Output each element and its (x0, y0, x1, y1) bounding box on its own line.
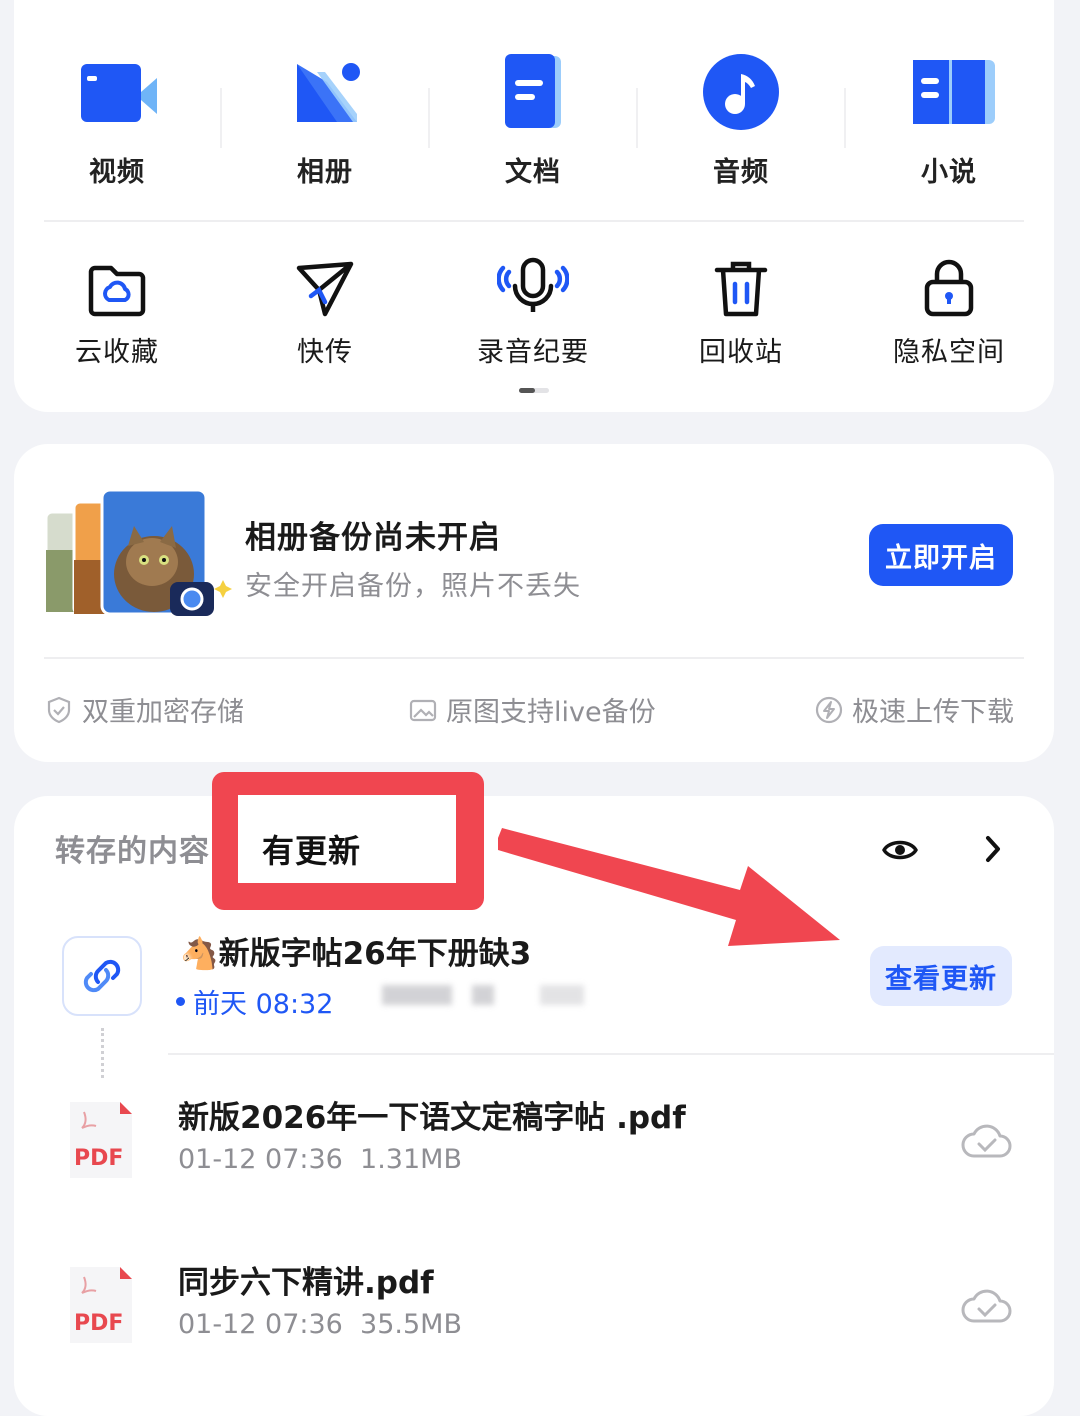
category-label: 隐私空间 (893, 337, 1005, 368)
trash-icon (714, 261, 768, 317)
lock-icon (924, 259, 974, 317)
page-indicator-active (519, 388, 535, 393)
enable-backup-button[interactable]: 立即开启 (869, 524, 1013, 586)
cloud-saved-icon[interactable] (960, 1283, 1014, 1327)
feature-label: 极速上传下载 (852, 697, 1014, 728)
share-meta: 前天 08:32 (176, 982, 333, 1021)
timeline-connector (101, 1028, 108, 1078)
category-label: 回收站 (699, 337, 783, 368)
file-meta: 01-12 07:36 1.31MB (178, 1144, 462, 1175)
view-update-button[interactable]: 查看更新 (870, 946, 1012, 1006)
share-time: 前天 08:32 (193, 989, 334, 1020)
microphone-icon (497, 257, 569, 312)
share-title-text: 新版字帖26年下册缺3 (218, 936, 532, 972)
pdf-file-icon: PDF (70, 1267, 132, 1343)
feature-live-photo: 原图支持live备份 (408, 690, 656, 729)
new-dot (176, 997, 185, 1006)
saved-content-title: 转存的内容 (55, 834, 210, 869)
category-label: 快传 (297, 337, 353, 368)
redacted-text (540, 985, 584, 1005)
feature-label: 原图支持live备份 (446, 697, 656, 728)
quick-send-icon (296, 261, 354, 317)
eye-icon[interactable] (880, 830, 920, 870)
annotation-arrow (498, 828, 840, 946)
file-name: 新版2026年一下语文定稿字帖 .pdf (178, 1100, 686, 1136)
divider (168, 1053, 1054, 1055)
pdf-label: PDF (74, 1311, 123, 1336)
cloud-collect-icon (88, 265, 146, 317)
redacted-text (472, 985, 494, 1005)
file-size: 35.5MB (360, 1309, 462, 1340)
share-link-icon-box (62, 936, 142, 1016)
file-date: 01-12 07:36 (178, 1144, 343, 1175)
divider (44, 657, 1024, 659)
category-quick-send[interactable]: 快传 (221, 0, 429, 380)
lightning-icon (815, 696, 843, 723)
feature-encryption: 双重加密存储 (44, 690, 244, 729)
category-label: 云收藏 (75, 337, 159, 368)
shield-check-icon (47, 696, 71, 723)
category-trash[interactable]: 回收站 (637, 0, 845, 380)
image-icon (409, 699, 437, 721)
backup-subtitle: 安全开启备份，照片不丢失 (245, 571, 581, 602)
share-title[interactable]: 🐴新版字帖26年下册缺3 (180, 928, 531, 973)
horse-emoji: 🐴 (180, 936, 219, 972)
pdf-file-icon: PDF (70, 1102, 132, 1178)
category-cloud-collect[interactable]: 云收藏 (13, 0, 221, 380)
cloud-saved-icon[interactable] (960, 1118, 1014, 1162)
category-label: 录音纪要 (477, 337, 589, 368)
file-size: 1.31MB (360, 1144, 462, 1175)
pdf-label: PDF (74, 1146, 123, 1171)
file-date: 01-12 07:36 (178, 1309, 343, 1340)
link-icon (83, 959, 121, 993)
feature-label: 双重加密存储 (82, 697, 244, 728)
file-row[interactable]: PDF 同步六下精讲.pdf 01-12 07:36 35.5MB (0, 1255, 1080, 1365)
file-row[interactable]: PDF 新版2026年一下语文定稿字帖 .pdf 01-12 07:36 1.3… (0, 1090, 1080, 1200)
backup-title: 相册备份尚未开启 (245, 520, 501, 556)
feature-fast-transfer: 极速上传下载 (814, 690, 1014, 729)
annotation-label: 有更新 (262, 832, 362, 870)
file-meta: 01-12 07:36 35.5MB (178, 1309, 462, 1340)
category-recording[interactable]: 录音纪要 (429, 0, 637, 380)
category-privacy[interactable]: 隐私空间 (845, 0, 1053, 380)
chevron-right-icon[interactable] (980, 832, 1006, 866)
file-name: 同步六下精讲.pdf (178, 1265, 434, 1301)
photo-stack-icon (44, 490, 232, 616)
redacted-text (382, 985, 452, 1005)
